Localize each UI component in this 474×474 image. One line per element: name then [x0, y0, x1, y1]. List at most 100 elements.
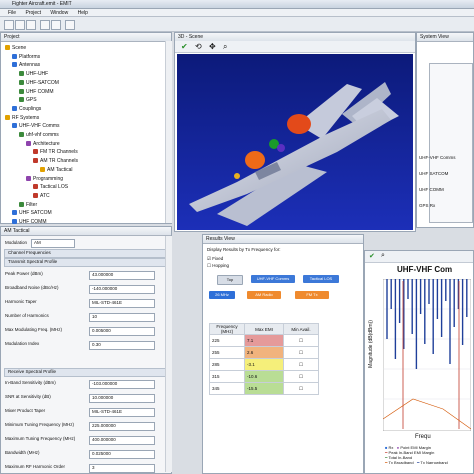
tree-item[interactable]: ATC [33, 192, 50, 200]
table-row[interactable]: 255 2.6 ☐ [209, 346, 319, 359]
top-button[interactable]: Top [217, 275, 243, 285]
field-input[interactable]: 3 [89, 464, 155, 473]
field-input[interactable]: 225.000000 [89, 422, 155, 431]
tree-item[interactable]: UHF-UHF [19, 70, 48, 78]
tree-node-icon [19, 79, 24, 85]
cell-min-avail-checkbox[interactable]: ☐ [283, 358, 319, 371]
field-label: Modulation Index [5, 341, 40, 346]
tree-item[interactable]: RF Systems [5, 114, 39, 122]
undo-icon[interactable] [40, 20, 50, 30]
tree-item-label: uhf-vhf comms [26, 132, 59, 138]
channel-frequencies-section[interactable]: Channel Frequencies [4, 249, 169, 258]
tx-chip[interactable]: AM Radio [247, 291, 281, 299]
col-header-frequency[interactable]: Frequency (MHz) [209, 323, 245, 335]
system-block[interactable] [429, 63, 473, 223]
fixed-radio[interactable]: ☑ Fixed [207, 256, 223, 262]
field-label: Maximum RF Harmonic Order [5, 464, 66, 469]
field-label: Number of Harmonics [5, 313, 49, 318]
field-input[interactable]: MIL-STD-461E [89, 408, 155, 417]
cell-min-avail-checkbox[interactable]: ☐ [283, 346, 319, 359]
tx-chip[interactable]: FM Tx [295, 291, 329, 299]
system-item[interactable]: GPS Rx [419, 203, 435, 208]
field-label: In-Band Sensitivity (dBm) [5, 380, 56, 385]
tree-item-label: UHF SATCOM [19, 210, 52, 217]
menu-project[interactable]: Project [25, 10, 41, 16]
tree-item[interactable]: Architecture [26, 140, 60, 148]
field-input[interactable]: 400.000000 [89, 436, 155, 445]
table-row[interactable]: 315 -10.6 ☐ [209, 370, 319, 383]
check-icon[interactable]: ✔ [369, 252, 375, 260]
tree-item[interactable]: AM Tactical [40, 166, 72, 174]
tree-node-icon [12, 53, 17, 59]
tree-item[interactable]: AM TR Channels [33, 157, 78, 165]
transmit-section[interactable]: Transmit Spectral Profile [4, 258, 169, 267]
pan-icon[interactable]: ✥ [209, 42, 216, 51]
cell-min-avail-checkbox[interactable]: ☐ [283, 370, 319, 383]
tree-scrollbar[interactable] [165, 41, 172, 223]
field-input[interactable]: MIL-STD-461E [89, 299, 155, 308]
menu-window[interactable]: Window [50, 10, 68, 16]
tree-item[interactable]: Platforms [12, 53, 40, 61]
col-header-min-avail[interactable]: Min Avail. [283, 323, 319, 335]
field-input[interactable]: -103.000000 [89, 380, 155, 389]
am-panel-title: AM Tactical [1, 227, 171, 236]
table-row[interactable]: 285 -3.1 ☐ [209, 358, 319, 371]
tree-node-icon [19, 201, 24, 207]
cell-min-avail-checkbox[interactable]: ☐ [283, 334, 319, 347]
tree-node-icon [26, 175, 31, 181]
zoom-icon[interactable]: ⌕ [381, 252, 385, 260]
tree-item[interactable]: UHF-VHF Comms [12, 122, 60, 130]
tree-item-label: UHF COMM [19, 219, 47, 225]
tree-item[interactable]: UHF COMM [19, 88, 54, 96]
tree-node-icon [5, 45, 10, 50]
tree-item[interactable]: Programming [26, 175, 63, 183]
new-icon[interactable] [4, 20, 14, 30]
field-input[interactable]: 43.000000 [89, 271, 155, 280]
tree-item[interactable]: UHF SATCOM [12, 209, 52, 217]
field-input[interactable]: 0.025000 [89, 450, 155, 459]
table-row[interactable]: 225 7.1 ☐ [209, 334, 319, 347]
col-header-max-emi[interactable]: Max EMI [244, 323, 284, 335]
path-chip[interactable]: Tactical LOS [303, 275, 339, 283]
aircraft-3d-view[interactable] [177, 54, 413, 230]
legend-item: ━ Tx Broadband ━ Tx Narrowband [385, 460, 448, 465]
rotate-icon[interactable]: ⟲ [195, 42, 202, 51]
tree-item[interactable]: FM TR Channels [33, 148, 78, 156]
tx-chip[interactable]: 26 MHz [209, 291, 235, 299]
emi-plot[interactable] [383, 279, 471, 431]
field-input[interactable]: 10.000000 [89, 394, 155, 403]
table-row[interactable]: 345 -15.5 ☐ [209, 382, 319, 395]
check-icon[interactable]: ✔ [181, 42, 188, 51]
save-icon[interactable] [26, 20, 36, 30]
cell-min-avail-checkbox[interactable]: ☐ [283, 382, 319, 395]
tree-item[interactable]: uhf-vhf comms [19, 131, 59, 139]
menu-file[interactable]: File [8, 10, 16, 16]
field-input[interactable]: 0.005000 [89, 327, 155, 336]
tree-item[interactable]: Tactical LOS [33, 183, 68, 191]
tree-node-icon [19, 88, 24, 94]
hopping-radio[interactable]: ☐ Hopping [207, 263, 229, 269]
open-icon[interactable] [15, 20, 25, 30]
field-input[interactable]: 0.30 [89, 341, 155, 350]
zoom-icon[interactable]: ⌕ [223, 42, 227, 52]
modulation-select[interactable]: AM [31, 239, 75, 248]
system-item[interactable]: UHF SATCOM [419, 171, 448, 176]
tree-item[interactable]: Antennas [12, 61, 40, 69]
menu-help[interactable]: Help [78, 10, 88, 16]
field-input[interactable]: -140.000000 [89, 285, 155, 294]
properties-scrollbar[interactable] [165, 236, 172, 472]
modulation-label: Modulation [5, 240, 28, 245]
tree-item[interactable]: GPS [19, 96, 37, 104]
run-icon[interactable] [65, 20, 75, 30]
path-chip[interactable]: UHF-VHF Comms [251, 275, 295, 283]
receive-section[interactable]: Receive Spectral Profile [4, 368, 169, 377]
tree-item[interactable]: UHF-SATCOM [19, 79, 59, 87]
tree-item[interactable]: Filter [19, 201, 37, 209]
redo-icon[interactable] [51, 20, 61, 30]
system-item[interactable]: UHF COMM [419, 187, 444, 192]
tree-item[interactable]: Scene [5, 44, 26, 52]
field-input[interactable]: 10 [89, 313, 155, 322]
system-item[interactable]: UHF-VHF Comms [419, 155, 456, 160]
tree-item[interactable]: UHF COMM [12, 218, 47, 226]
tree-item[interactable]: Couplings [12, 105, 41, 113]
